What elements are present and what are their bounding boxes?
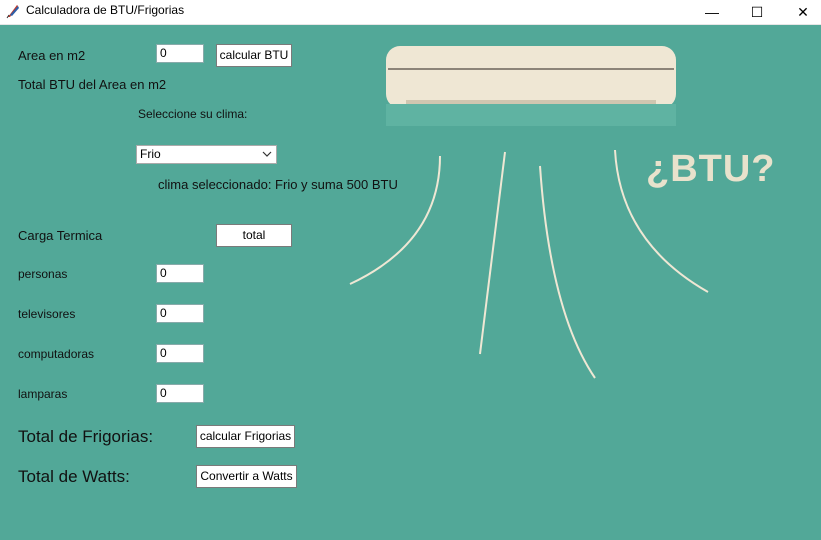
title-bar: Calculadora de BTU/Frigorias — ☐ ✕ [0,0,821,25]
clima-selected-value: Frio [140,147,161,161]
convertir-watts-button[interactable]: Convertir a Watts [196,465,297,488]
computadoras-label: computadoras [18,347,95,361]
computadoras-input[interactable]: 0 [156,344,204,363]
ac-unit-body [386,46,676,108]
main-panel: ¿BTU? Area en m2 0 calcular BTU Total BT… [0,24,821,540]
chevron-down-icon [262,151,272,157]
lamparas-input[interactable]: 0 [156,384,204,403]
airflow-line-2 [479,151,506,355]
total-btu-label: Total BTU del Area en m2 [18,77,167,92]
personas-label: personas [18,267,68,281]
area-input[interactable]: 0 [156,44,204,63]
lamparas-label: lamparas [18,387,68,401]
close-icon: ✕ [797,3,809,20]
total-watts-label: Total de Watts: [18,467,130,486]
calcular-frigorias-button[interactable]: calcular Frigorias [196,425,295,448]
area-label: Area en m2 [18,48,86,63]
total-button[interactable]: total [216,224,292,247]
carga-termica-label: Carga Termica [18,228,103,243]
airflow-line-1 [349,155,441,285]
televisores-input[interactable]: 0 [156,304,204,323]
window-title: Calculadora de BTU/Frigorias [26,3,185,17]
total-frigorias-label: Total de Frigorias: [18,427,154,446]
air-conditioner-illustration [349,46,709,379]
personas-input[interactable]: 0 [156,264,204,283]
maximize-icon: ☐ [750,3,764,20]
btu-headline: ¿BTU? [646,148,776,190]
maximize-button[interactable]: ☐ [734,0,780,24]
app-feather-icon [6,5,19,19]
ac-unit-shadow [386,104,676,126]
calcular-btu-button[interactable]: calcular BTU [216,44,292,67]
clima-prompt: Seleccione su clima: [138,107,248,121]
airflow-line-3 [539,165,596,379]
televisores-label: televisores [18,307,76,321]
minimize-icon: — [705,4,719,20]
close-button[interactable]: ✕ [780,0,821,24]
minimize-button[interactable]: — [689,0,735,24]
clima-status: clima seleccionado: Frio y suma 500 BTU [158,177,398,192]
clima-select[interactable]: Frio [136,145,277,164]
